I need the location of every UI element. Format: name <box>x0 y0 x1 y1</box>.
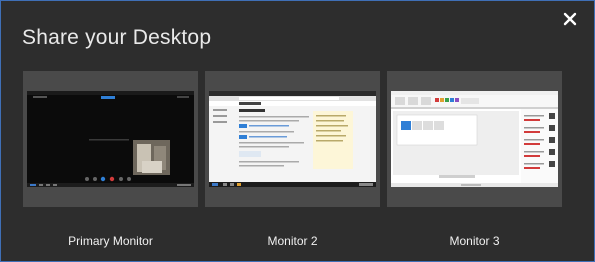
share-desktop-dialog: Share your Desktop Primary Monitor Monit… <box>0 0 595 262</box>
monitor-label-2: Monitor 2 <box>267 234 318 248</box>
monitor-tile-primary[interactable] <box>23 71 198 207</box>
dialog-title: Share your Desktop <box>22 26 212 49</box>
close-button[interactable] <box>562 11 578 27</box>
monitor-tile-2[interactable] <box>205 71 380 207</box>
monitor-preview-2 <box>209 91 376 187</box>
monitor-preview-3 <box>391 91 558 187</box>
monitor-preview-primary <box>27 91 194 187</box>
close-icon <box>563 12 577 26</box>
monitor-tile-3[interactable] <box>387 71 562 207</box>
monitor-label-3: Monitor 3 <box>449 234 500 248</box>
monitor-label-primary: Primary Monitor <box>68 234 153 248</box>
